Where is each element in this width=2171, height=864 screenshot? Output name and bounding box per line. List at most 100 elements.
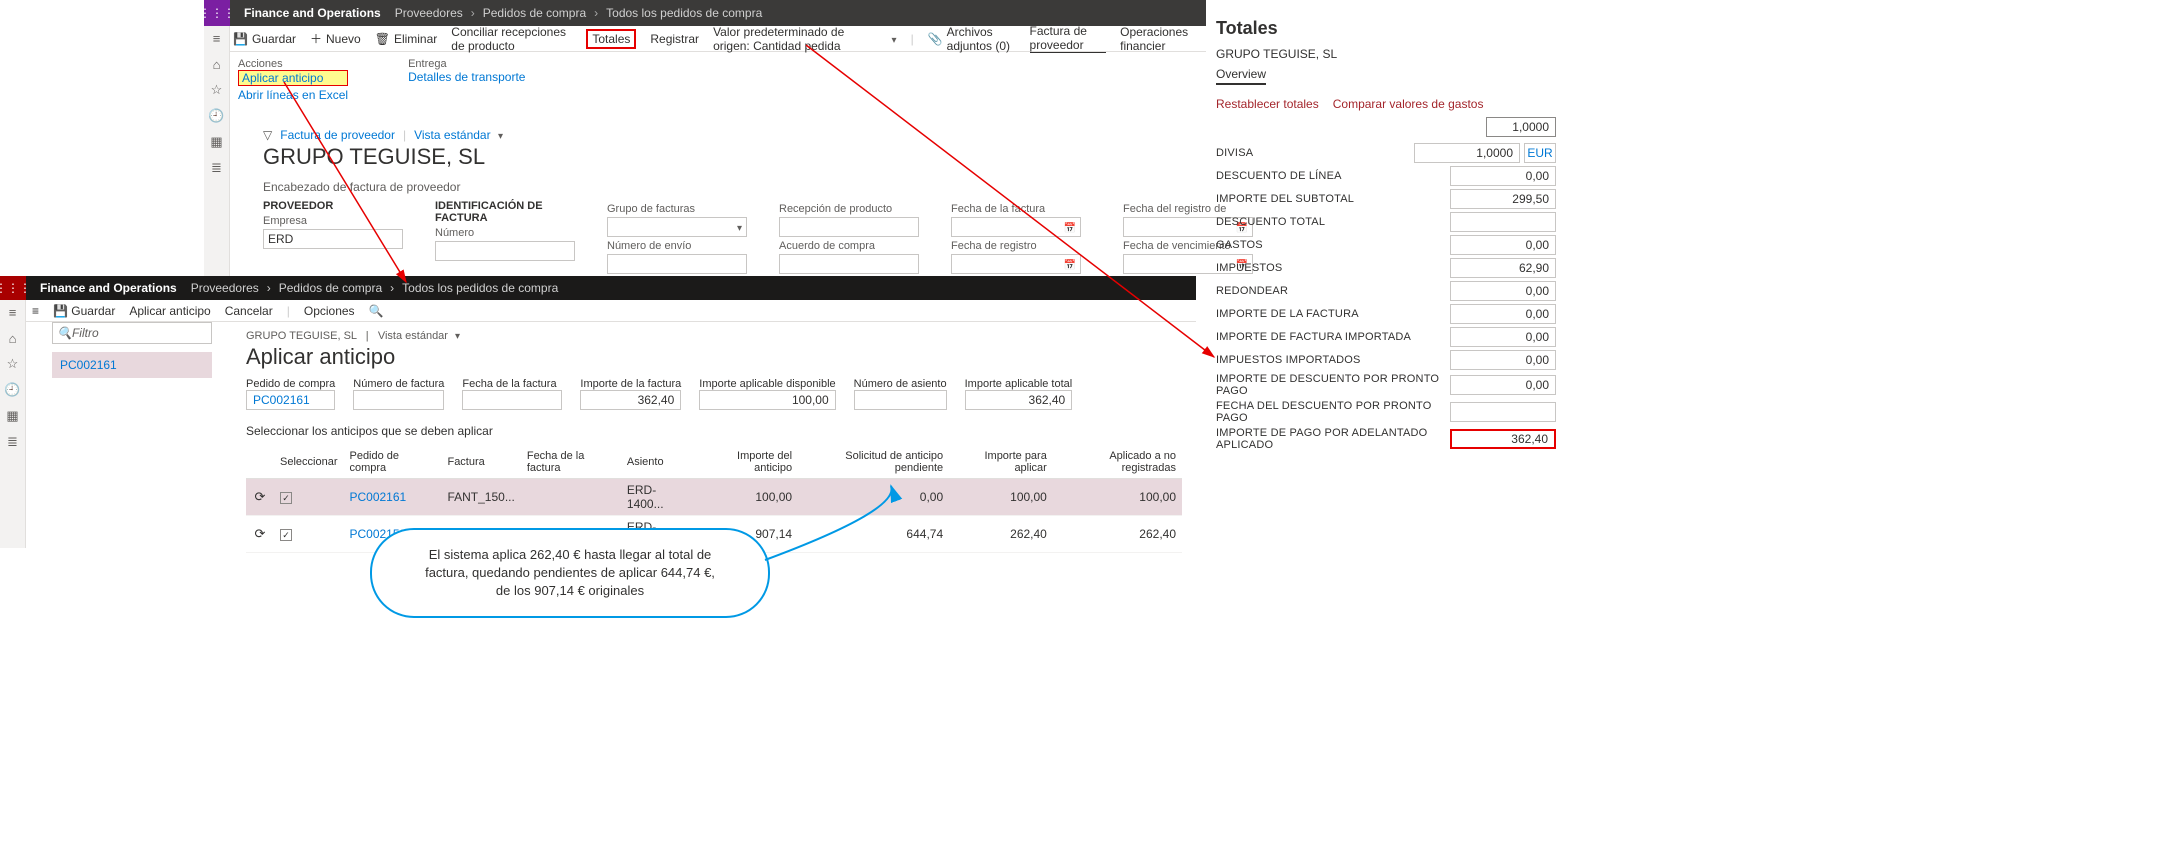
numero-envio-input[interactable] [607, 254, 747, 274]
page-crumb: GRUPO TEGUISE, SL | Vista estándar [246, 330, 1186, 342]
totals-row-value[interactable]: 0,00 [1450, 166, 1556, 186]
totals-row-value[interactable]: 0,00 [1450, 281, 1556, 301]
form-path[interactable]: Factura de proveedor [280, 128, 395, 142]
totalapp-input[interactable]: 362,40 [965, 390, 1073, 410]
table-header[interactable]: Solicitud de anticipo pendiente [798, 446, 949, 479]
totals-row-label: DESCUENTO TOTAL [1216, 216, 1325, 228]
table-header[interactable]: Fecha de la factura [521, 446, 621, 479]
invno-input[interactable] [353, 390, 444, 410]
crumb-3[interactable]: Todos los pedidos de compra [402, 281, 558, 295]
po-input[interactable]: PC002161 [246, 390, 335, 410]
crumb-1[interactable]: Proveedores [191, 281, 259, 295]
crumb-3[interactable]: Todos los pedidos de compra [606, 6, 762, 20]
open-lines-excel-action[interactable]: Abrir líneas en Excel [238, 88, 348, 102]
menu-icon[interactable]: ≡ [209, 30, 225, 46]
avail-input[interactable]: 100,00 [699, 390, 835, 410]
totals-row-label: REDONDEAR [1216, 285, 1288, 297]
table-header[interactable]: Pedido de compra [343, 446, 441, 479]
table-header[interactable]: Factura [441, 446, 520, 479]
attachments-button[interactable]: 📎 Archivos adjuntos (0) [928, 25, 1016, 53]
workspace-icon[interactable]: ▦ [209, 134, 225, 150]
home-icon[interactable]: ⌂ [209, 56, 225, 72]
numero-input[interactable] [435, 241, 575, 261]
vendor-invoice-tab[interactable]: Factura de proveedor [1030, 24, 1107, 53]
totals-row-value[interactable]: 62,90 [1450, 258, 1556, 278]
star-icon[interactable]: ☆ [209, 82, 225, 98]
voucher-input[interactable] [854, 390, 947, 410]
totals-row-value[interactable]: 299,50 [1450, 189, 1556, 209]
invamt-input[interactable]: 362,40 [580, 390, 681, 410]
finops-tab[interactable]: Operaciones financier [1120, 25, 1198, 53]
table-header[interactable]: Importe para aplicar [949, 446, 1053, 479]
cancel-button[interactable]: Cancelar [225, 304, 273, 318]
menu-icon[interactable]: ≡ [5, 304, 21, 320]
grupo-facturas-input[interactable] [607, 217, 747, 237]
new-button[interactable]: ＋Nuevo [310, 30, 361, 47]
table-header[interactable] [246, 446, 274, 479]
numero-envio-label: Número de envío [607, 240, 757, 252]
fecha-registro-input[interactable] [951, 254, 1081, 274]
list-icon[interactable]: ≣ [209, 160, 225, 176]
row-checkbox[interactable] [280, 529, 292, 541]
hamburger-icon[interactable]: ≡ [32, 304, 39, 318]
save-button[interactable]: 💾 Guardar [53, 304, 115, 318]
top-left-rail: ≡ ⌂ ☆ 🕘 ▦ ≣ [204, 26, 230, 280]
apply-prepayment-action[interactable]: Aplicar anticipo [238, 70, 348, 86]
crumb-2[interactable]: Pedidos de compra [279, 281, 382, 295]
totals-row-value[interactable]: 0,00 [1450, 350, 1556, 370]
nav-item-selected[interactable]: PC002161 [52, 352, 212, 378]
register-button[interactable]: Registrar [650, 32, 699, 46]
star-icon[interactable]: ☆ [5, 356, 21, 372]
totals-row-value[interactable] [1450, 212, 1556, 232]
list-icon[interactable]: ≣ [5, 434, 21, 450]
empresa-input[interactable]: ERD [263, 229, 403, 249]
search-icon[interactable]: 🔍 [369, 304, 384, 318]
default-from-dropdown[interactable]: Valor predeterminado de origen: Cantidad… [713, 25, 897, 53]
table-cell: 0,00 [798, 479, 949, 516]
table-cell: 262,40 [949, 516, 1053, 553]
grupo-facturas-label: Grupo de facturas [607, 203, 757, 215]
reset-totals-link[interactable]: Restablecer totales [1216, 97, 1319, 111]
compare-expenses-link[interactable]: Comparar valores de gastos [1333, 97, 1484, 111]
crumb-1[interactable]: Proveedores [395, 6, 463, 20]
totals-row-value[interactable] [1450, 402, 1556, 422]
match-receipts-button[interactable]: Conciliar recepciones de producto [451, 25, 572, 53]
totals-row-value[interactable]: 0,00 [1450, 327, 1556, 347]
totals-row-value[interactable]: 0,00 [1450, 304, 1556, 324]
filter-input[interactable]: 🔍 Filtro [52, 322, 212, 344]
bot-left-rail: ≡ ⌂ ☆ 🕘 ▦ ≣ [0, 300, 26, 548]
funnel-icon[interactable]: ▽ [263, 128, 272, 142]
home-icon[interactable]: ⌂ [5, 330, 21, 346]
workspace-icon[interactable]: ▦ [5, 408, 21, 424]
waffle-icon[interactable]: ⋮⋮⋮ [204, 0, 230, 26]
crumb-2[interactable]: Pedidos de compra [483, 6, 586, 20]
invdate-input[interactable] [462, 390, 562, 410]
totals-row-value[interactable]: 1,0000 [1414, 143, 1520, 163]
totals-button[interactable]: Totales [586, 29, 636, 49]
ident-factura-label: IDENTIFICACIÓN DE FACTURA [435, 200, 585, 224]
options-button[interactable]: Opciones [304, 304, 355, 318]
fecha-factura-input[interactable] [951, 217, 1081, 237]
table-header[interactable]: Seleccionar [274, 446, 343, 479]
totals-row-value[interactable]: 362,40 [1450, 429, 1556, 449]
transport-details-action[interactable]: Detalles de transporte [408, 70, 525, 84]
save-button[interactable]: 💾 Guardar [233, 32, 296, 46]
table-header[interactable]: Aplicado a no registradas [1053, 446, 1182, 479]
row-checkbox[interactable] [280, 492, 292, 504]
clock-icon[interactable]: 🕘 [209, 108, 225, 124]
table-row[interactable]: ⟳PC002161FANT_150...ERD-1400...100,000,0… [246, 479, 1182, 516]
table-header[interactable]: Importe del anticipo [696, 446, 798, 479]
acuerdo-input[interactable] [779, 254, 919, 274]
recepcion-input[interactable] [779, 217, 919, 237]
delete-button[interactable]: 🗑 Eliminar [375, 32, 438, 46]
clock-icon[interactable]: 🕘 [5, 382, 21, 398]
callout-line-2: factura, quedando pendientes de aplicar … [425, 564, 715, 582]
apply-prepayment-button[interactable]: Aplicar anticipo [129, 304, 210, 318]
exchange-rate-value[interactable]: 1,0000 [1486, 117, 1556, 137]
view-label[interactable]: Vista estándar [414, 128, 503, 142]
waffle-icon[interactable]: ⋮⋮⋮ [0, 276, 26, 300]
totals-row-value[interactable]: 0,00 [1450, 375, 1556, 395]
overview-tab[interactable]: Overview [1216, 67, 1266, 85]
totals-row-value[interactable]: 0,00 [1450, 235, 1556, 255]
table-header[interactable]: Asiento [621, 446, 696, 479]
